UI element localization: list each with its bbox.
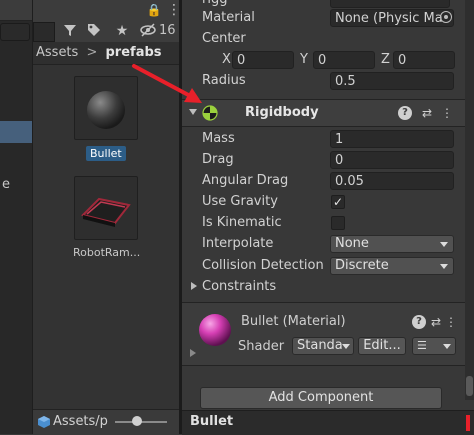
chevron-down-icon <box>342 344 350 349</box>
inspector-scrollbar[interactable] <box>465 0 474 400</box>
selected-asset-path: Assets/p <box>53 414 108 429</box>
center-z-label: Z <box>381 52 390 67</box>
shader-label: Shader <box>238 339 285 354</box>
angular-drag-field[interactable]: 0.05 <box>330 172 454 190</box>
interpolate-label: Interpolate <box>202 236 274 251</box>
material-field-label: Material <box>202 10 255 25</box>
edit-shader-button[interactable]: Edit... <box>358 337 406 355</box>
physic-material-value: None (Physic Ma <box>335 11 443 26</box>
collision-detection-value: Discrete <box>335 258 389 273</box>
drag-field[interactable]: 0 <box>330 151 454 169</box>
chevron-down-icon <box>440 242 448 247</box>
partial-top-field[interactable] <box>330 0 450 8</box>
asset-robotram-thumbnail[interactable] <box>74 176 138 240</box>
breadcrumb-prefabs[interactable]: prefabs <box>106 45 162 60</box>
drag-label: Drag <box>202 152 234 167</box>
list-icon: ☰ <box>417 339 427 352</box>
center-y-field[interactable]: 0 <box>313 51 375 69</box>
add-component-label: Add Component <box>268 390 374 405</box>
breadcrumb-assets[interactable]: Assets <box>36 45 78 60</box>
center-x-label: X <box>222 52 231 67</box>
constraints-label[interactable]: Constraints <box>202 279 276 294</box>
favorite-star-icon[interactable]: ★ <box>113 22 131 40</box>
fold-right-icon[interactable] <box>191 282 197 290</box>
collision-detection-dropdown[interactable]: Discrete <box>330 257 454 275</box>
scrollbar-thumb[interactable] <box>466 376 473 396</box>
prefab-cube-icon <box>38 416 50 428</box>
help-icon[interactable]: ? <box>398 106 412 120</box>
hierarchy-panel-edge: e <box>0 0 33 434</box>
object-picker-icon[interactable] <box>440 11 452 23</box>
project-bottom-bar: Assets/p <box>33 409 179 435</box>
lock-icon[interactable]: 🔒 <box>145 1 163 19</box>
radius-field[interactable]: 0.5 <box>330 72 454 90</box>
fold-right-icon[interactable] <box>190 349 196 357</box>
rigidbody-title: Rigidbody <box>245 105 319 120</box>
shader-dropdown[interactable]: Standa <box>292 337 354 355</box>
mass-label: Mass <box>202 131 235 146</box>
preview-resize-handle[interactable] <box>466 415 470 431</box>
scene-filter-icon[interactable] <box>61 22 79 40</box>
edit-shader-label: Edit... <box>363 338 401 353</box>
add-component-button[interactable]: Add Component <box>200 387 442 409</box>
collision-detection-label: Collision Detection <box>202 258 324 273</box>
physic-material-field[interactable]: None (Physic Ma <box>330 9 454 27</box>
inspector-panel: rigg Material None (Physic Ma Center X 0… <box>182 0 474 435</box>
asset-robotram-label[interactable]: RobotRam... <box>73 246 140 259</box>
asset-bullet-label[interactable]: Bullet <box>86 146 126 161</box>
interpolate-dropdown[interactable]: None <box>330 235 454 253</box>
center-z-field[interactable]: 0 <box>393 51 455 69</box>
hierarchy-selected-row[interactable] <box>0 121 32 143</box>
icon-size-slider-thumb[interactable] <box>132 416 142 426</box>
hidden-count: 16 <box>159 23 176 38</box>
shader-value: Standa <box>297 338 343 353</box>
mass-field[interactable]: 1 <box>330 130 454 148</box>
preset-sliders-icon[interactable]: ⇄ <box>429 315 443 329</box>
angular-drag-label: Angular Drag <box>202 173 289 188</box>
material-title: Bullet (Material) <box>241 314 346 329</box>
breadcrumb-separator: > <box>86 45 98 60</box>
preset-sliders-icon[interactable]: ⇄ <box>420 106 434 120</box>
center-x-field[interactable]: 0 <box>232 51 294 69</box>
is-kinematic-label: Is Kinematic <box>202 215 282 230</box>
chevron-down-icon <box>443 344 451 349</box>
component-menu-icon[interactable]: ⋮ <box>440 106 454 120</box>
preview-bar[interactable]: Bullet <box>182 410 474 435</box>
interpolate-value: None <box>335 236 369 251</box>
project-toolbar: 🔒 ⋮ ★ 16 <box>33 0 181 43</box>
project-search-field[interactable] <box>33 22 55 42</box>
center-label: Center <box>202 31 246 46</box>
tag-icon[interactable] <box>85 22 103 40</box>
use-gravity-checkbox[interactable]: ✓ <box>331 195 345 209</box>
ramp-preview-icon <box>81 197 131 227</box>
partial-field-label: rigg <box>202 0 227 7</box>
material-section: Bullet (Material) ? ⇄ ⋮ Shader Standa Ed… <box>182 302 474 366</box>
component-menu-icon[interactable]: ⋮ <box>444 315 458 329</box>
rigidbody-header[interactable]: Rigidbody ? ⇄ ⋮ <box>182 99 474 127</box>
hidden-eye-icon[interactable] <box>137 22 159 40</box>
help-icon[interactable]: ? <box>412 315 426 329</box>
hierarchy-toolbar <box>0 0 32 21</box>
hierarchy-partial-text: e <box>2 177 10 192</box>
use-gravity-label: Use Gravity <box>202 194 278 209</box>
chevron-down-icon <box>440 264 448 269</box>
shader-options-dropdown[interactable]: ☰ <box>412 337 456 355</box>
preview-title: Bullet <box>190 414 234 429</box>
is-kinematic-checkbox[interactable] <box>331 216 345 230</box>
radius-label: Radius <box>202 73 246 88</box>
material-sphere-icon <box>199 314 231 346</box>
hierarchy-search-field[interactable] <box>0 23 30 41</box>
center-y-label: Y <box>300 52 308 67</box>
annotation-arrow-icon <box>132 64 202 103</box>
